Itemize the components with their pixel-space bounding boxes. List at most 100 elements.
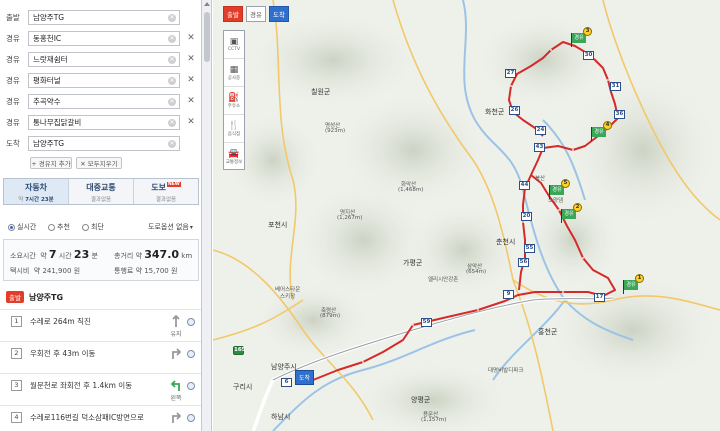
waypoint-label: 출발	[6, 12, 20, 22]
waypoint-label: 경유	[6, 117, 20, 127]
step-direction: 유지	[170, 331, 182, 338]
map-tool[interactable]: 🚘 교통정보	[224, 143, 244, 171]
map-tool[interactable]: ⛽ 주유소	[224, 87, 244, 115]
option-realtime[interactable]: 실시간	[8, 222, 36, 232]
waypoint-row: 경유 통나무집닭갈비 ✕ ✕	[0, 113, 201, 131]
route-start: 출발 남양주TG	[0, 290, 201, 304]
clear-all-button[interactable]: ✕ 모두지우기	[76, 157, 122, 169]
right-turn-icon	[170, 346, 182, 360]
tab-walk-result: 결과없음	[155, 197, 177, 203]
place-label: (654m)	[466, 269, 487, 275]
waypoint-input[interactable]: 남양주TG ✕	[28, 9, 180, 25]
route-step[interactable]: 3 월문천로 좌회전 후 1.4km 이동 왼쪽	[0, 373, 201, 405]
waypoint-number: 2	[573, 203, 582, 212]
remove-waypoint-icon[interactable]: ✕	[184, 96, 198, 106]
waypoint-input[interactable]: 평화터널 ✕	[28, 72, 180, 88]
map-tool-label: 교통정보	[225, 160, 243, 165]
tab-car[interactable]: 자동차 약 7시간 23분	[4, 179, 69, 204]
summary-distance: 총거리 약 347.0 km	[114, 248, 193, 261]
map-view[interactable]: 화천군 칠원군 명성산 (923m) 화악산 (1,468m) 명지산 (1,267m) 포천시…	[213, 0, 720, 431]
waypoint-input[interactable]: 추곡약수 ✕	[28, 93, 180, 109]
step-text: 수레로116번길 덕소삼패IC방면으로	[30, 413, 144, 422]
waypoint-input[interactable]: 통나무집닭갈비 ✕	[28, 114, 180, 130]
panel-scrollbar[interactable]	[202, 0, 212, 431]
option-shortest[interactable]: 최단	[82, 222, 104, 232]
start-name: 남양주TG	[28, 292, 64, 302]
route-step[interactable]: 2 우회전 후 43m 이동	[0, 341, 201, 373]
waypoint-label: 경유	[6, 33, 20, 43]
road-number-marker: 165	[233, 346, 246, 355]
road-number-marker: 20	[521, 212, 532, 221]
step-locate-icon[interactable]	[187, 382, 195, 390]
step-number: 3	[11, 380, 22, 391]
map-tool[interactable]: ▦ 공사중	[224, 59, 244, 87]
clear-icon[interactable]: ✕	[168, 13, 176, 22]
map-start-button[interactable]: 출발	[223, 6, 243, 22]
radio-icon	[82, 223, 89, 231]
clear-icon[interactable]: ✕	[168, 76, 176, 85]
waypoint-value: 남양주TG	[33, 12, 65, 22]
summary-toll: 통행료 약 15,700 원	[114, 267, 178, 275]
road-number-marker: 56	[518, 258, 529, 267]
route-summary: 소요시간 약 7 시간 23 분 총거리 약 347.0 km 택시비 약 24…	[3, 239, 199, 281]
option-recommend[interactable]: 추천	[48, 222, 70, 232]
tab-walk[interactable]: 도보 NEW 결과없음	[134, 179, 198, 204]
remove-waypoint-icon[interactable]: ✕	[184, 75, 198, 85]
road-number-marker: 30	[583, 51, 594, 60]
route-step[interactable]: 1 수레로 264m 직진 유지	[0, 309, 201, 341]
waypoint-label: 경유	[6, 96, 20, 106]
clear-icon[interactable]: ✕	[168, 34, 176, 43]
remove-waypoint-icon[interactable]: ✕	[184, 54, 198, 64]
waypoint-row: 출발 남양주TG ✕	[0, 8, 201, 26]
place-label: 칠원군	[311, 88, 331, 96]
map-tool[interactable]: ▣ CCTV	[224, 31, 244, 59]
clear-icon[interactable]: ✕	[168, 97, 176, 106]
clear-icon[interactable]: ✕	[168, 55, 176, 64]
place-label: (1,267m)	[337, 215, 363, 221]
step-text: 월문천로 좌회전 후 1.4km 이동	[30, 381, 133, 390]
end-marker[interactable]: 도착	[295, 370, 315, 385]
road-number-marker: 6	[281, 378, 292, 387]
remove-waypoint-icon[interactable]: ✕	[184, 33, 198, 43]
place-label: 구리시	[233, 383, 253, 391]
waypoint-value: 느랏재쉼터	[33, 54, 68, 64]
tab-transit-label: 대중교통	[86, 183, 116, 192]
waypoint-value: 남양주TG	[33, 138, 65, 148]
waypoint-input[interactable]: 남양주TG ✕	[28, 135, 180, 151]
chevron-down-icon: ▾	[189, 223, 193, 231]
waypoint-label: 경유	[6, 75, 20, 85]
step-locate-icon[interactable]	[187, 414, 195, 422]
waypoint-input[interactable]: 느랏재쉼터 ✕	[28, 51, 180, 67]
place-label: 양평군	[411, 396, 431, 404]
road-number-marker: 31	[610, 82, 621, 91]
map-tool-icon: 🚘	[228, 149, 240, 159]
map-tool-icon: ⛽	[228, 92, 240, 103]
clear-icon[interactable]: ✕	[168, 118, 176, 127]
step-locate-icon[interactable]	[187, 350, 195, 358]
place-label: 대명비발디파크	[488, 368, 524, 374]
waypoint-input[interactable]: 동홍천IC ✕	[28, 30, 180, 46]
scrollbar-thumb[interactable]	[204, 12, 210, 62]
road-number-marker: 27	[505, 69, 516, 78]
place-label: 춘천시	[496, 238, 516, 246]
scroll-up-icon[interactable]	[204, 2, 210, 6]
place-label: 하남시	[271, 413, 291, 421]
route-step[interactable]: 4 수레로116번길 덕소삼패IC방면으로	[0, 405, 201, 431]
tab-walk-label: 도보 NEW	[151, 182, 181, 192]
clear-icon[interactable]: ✕	[168, 139, 176, 148]
map-waypoint-button[interactable]: 경유	[246, 6, 266, 22]
map-tool-label: 공사중	[227, 75, 241, 81]
map-tool[interactable]: 🍴 음식점	[224, 115, 244, 143]
remove-waypoint-icon[interactable]: ✕	[184, 117, 198, 127]
step-locate-icon[interactable]	[187, 318, 195, 326]
road-option-dropdown[interactable]: 도로옵션 없음 ▾	[148, 222, 193, 232]
map-tool-icon: ▦	[229, 64, 239, 75]
waypoint-number: 5	[561, 179, 570, 188]
waypoint-number: 1	[635, 274, 644, 283]
road-number-marker: 44	[519, 181, 530, 190]
tab-transit[interactable]: 대중교통 결과없음	[69, 179, 134, 204]
map-end-button[interactable]: 도착	[269, 6, 289, 22]
road-number-marker: 24	[535, 126, 546, 135]
add-waypoint-button[interactable]: + 경유지 추가	[30, 157, 72, 169]
place-label: 가평군	[403, 259, 423, 267]
